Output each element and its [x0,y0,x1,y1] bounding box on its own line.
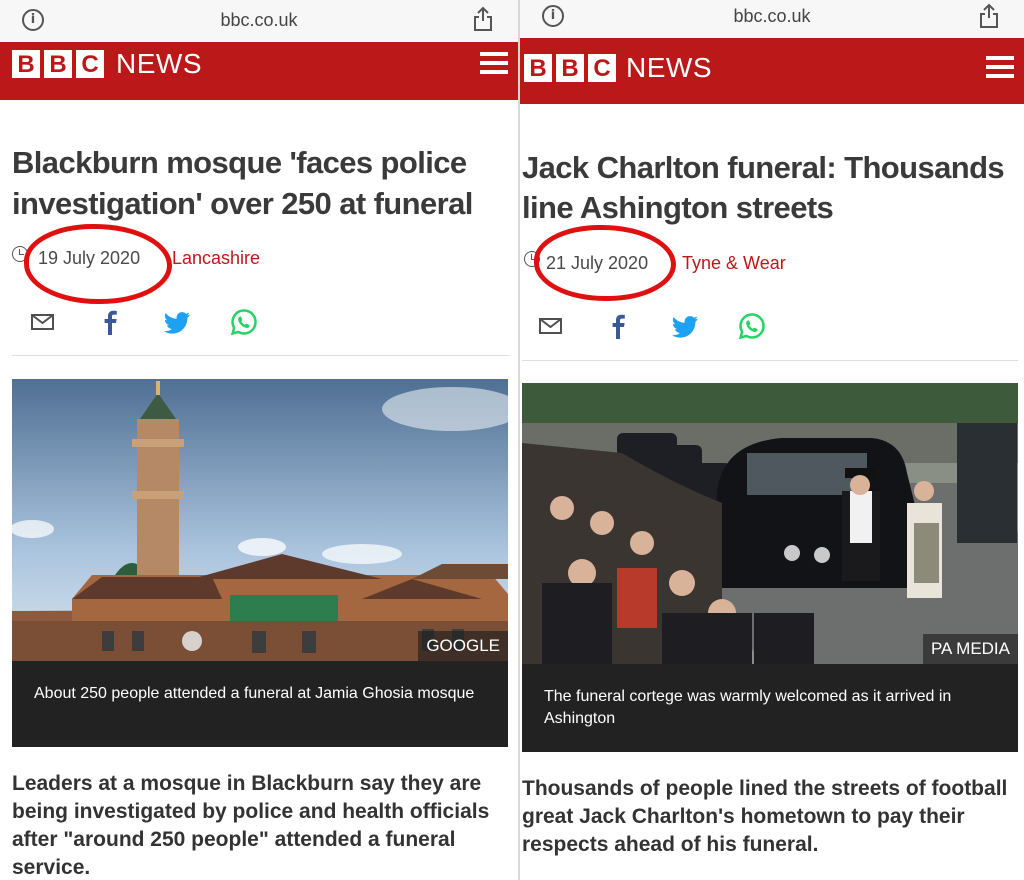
browser-address-bar: i bbc.co.uk [0,0,518,42]
region-link[interactable]: Lancashire [172,248,260,269]
article-headline: Blackburn mosque 'faces police investiga… [12,145,473,221]
red-annotation-circle [24,224,172,304]
news-brand[interactable]: NEWS [116,48,202,80]
logo-letter: C [588,54,616,82]
bbc-news-header: B B C NEWS [520,38,1024,104]
twitter-icon[interactable] [672,312,700,340]
region-link[interactable]: Tyne & Wear [682,253,786,274]
bbc-logo[interactable]: B B C [12,50,104,78]
url-text[interactable]: bbc.co.uk [520,6,1024,27]
share-icon[interactable] [472,6,494,32]
news-brand[interactable]: NEWS [626,52,712,84]
article-image[interactable]: PA MEDIA [522,383,1018,664]
logo-letter: C [76,50,104,78]
share-tools [526,312,786,342]
menu-icon[interactable] [480,52,508,74]
photo-credit: PA MEDIA [922,634,1018,664]
photo-credit: GOOGLE [418,631,508,661]
logo-letter: B [12,50,40,78]
funeral-cortege-image [522,383,1018,664]
logo-letter: B [524,54,552,82]
red-annotation-circle [534,225,676,301]
article-intro: Thousands of people lined the streets of… [522,777,1008,856]
twitter-icon[interactable] [164,308,192,336]
article-image[interactable]: GOOGLE [12,379,508,661]
left-screenshot: i bbc.co.uk B B C NEWS Blackburn mosque … [0,0,518,880]
share-tools [18,308,278,338]
email-icon[interactable] [538,312,566,340]
bbc-logo[interactable]: B B C [524,54,616,82]
whatsapp-icon[interactable] [738,312,766,340]
menu-icon[interactable] [986,56,1014,78]
right-screenshot: i bbc.co.uk B B C NEWS Jack Charlton fun… [520,0,1024,880]
email-icon[interactable] [30,308,58,336]
image-caption: The funeral cortege was warmly welcomed … [522,664,1018,752]
browser-address-bar: i bbc.co.uk [520,0,1024,38]
article-intro: Leaders at a mosque in Blackburn say the… [12,772,490,879]
logo-letter: B [44,50,72,78]
article-headline: Jack Charlton funeral: Thousands line As… [522,150,1005,225]
whatsapp-icon[interactable] [230,308,258,336]
logo-letter: B [556,54,584,82]
divider [12,355,510,356]
divider [522,360,1018,361]
bbc-news-header: B B C NEWS [0,42,518,100]
mosque-image [12,379,508,661]
image-caption: About 250 people attended a funeral at J… [12,661,508,747]
share-icon[interactable] [978,3,1000,29]
facebook-icon[interactable] [606,312,634,340]
facebook-icon[interactable] [98,308,126,336]
url-text[interactable]: bbc.co.uk [0,10,518,31]
